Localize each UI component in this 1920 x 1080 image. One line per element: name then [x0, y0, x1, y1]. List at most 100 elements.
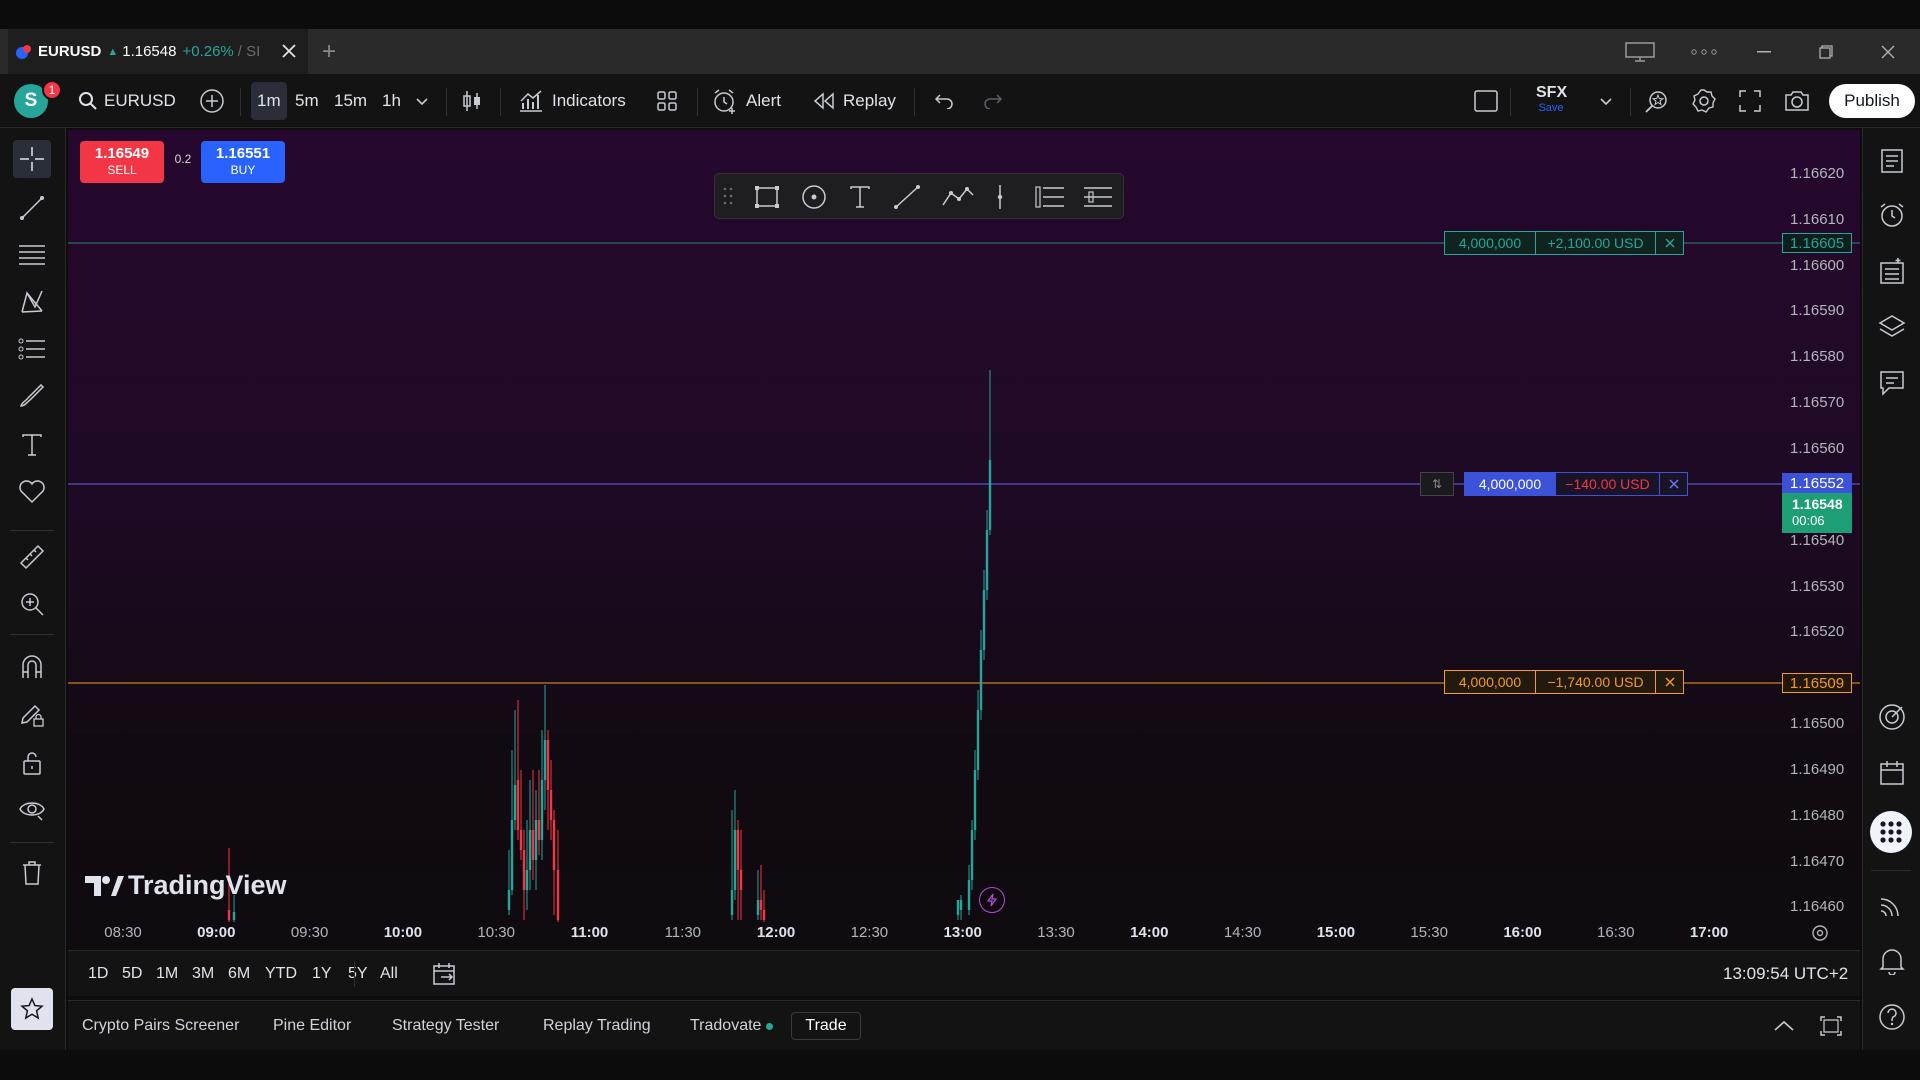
tab-trade[interactable]: Trade: [791, 1012, 861, 1040]
tab-crypto-pairs-screener[interactable]: Crypto Pairs Screener: [82, 1001, 239, 1051]
goto-date-button[interactable]: [432, 951, 458, 997]
fullscreen-button[interactable]: [1739, 74, 1761, 128]
settings-button[interactable]: [1691, 74, 1717, 128]
layers-button[interactable]: [1873, 308, 1911, 346]
chats-button[interactable]: [1873, 364, 1911, 402]
fib-tool[interactable]: [13, 236, 51, 274]
reverse-button[interactable]: ⇅: [1420, 472, 1454, 496]
range-1y[interactable]: 1Y: [312, 951, 332, 997]
streams-button[interactable]: [1873, 886, 1911, 924]
range-all[interactable]: All: [380, 951, 398, 997]
text-tool[interactable]: [13, 426, 51, 464]
entry-order[interactable]: ⇅ 4,000,000 −140.00 USD: [1420, 472, 1688, 496]
alert-button[interactable]: Alert: [712, 74, 781, 128]
layout-dropdown[interactable]: [1599, 74, 1613, 128]
indicators-button[interactable]: Indicators: [518, 74, 626, 128]
axis-settings-icon[interactable]: [1810, 923, 1830, 943]
range-1d[interactable]: 1D: [88, 951, 108, 997]
layouts-button[interactable]: [656, 74, 678, 128]
zoom-tool[interactable]: [13, 585, 51, 623]
timeframe-5m[interactable]: 5m: [295, 74, 319, 128]
ideas-button[interactable]: [1873, 698, 1911, 736]
browser-tab[interactable]: EURUSD ▲ 1.16548 +0.26% / SI: [8, 29, 308, 74]
timeframe-1m[interactable]: 1m: [251, 82, 287, 120]
chart-layout-button[interactable]: [1474, 74, 1498, 128]
help-button[interactable]: [1873, 998, 1911, 1036]
minimize-icon[interactable]: [1744, 29, 1784, 74]
drag-handle-icon[interactable]: [723, 187, 733, 205]
magnet-tool[interactable]: [13, 648, 51, 686]
pattern-tool[interactable]: [13, 283, 51, 321]
long-position-icon[interactable]: [1035, 186, 1065, 208]
restore-icon[interactable]: [1806, 29, 1846, 74]
tab-strategy-tester[interactable]: Strategy Tester: [392, 1001, 499, 1051]
tab-label: Strategy Tester: [392, 1017, 500, 1034]
timeframe-dropdown[interactable]: [415, 74, 429, 128]
layout-save-button[interactable]: SFX Save: [1536, 84, 1567, 114]
range-5y[interactable]: 5Y: [348, 951, 368, 997]
undo-button[interactable]: [934, 74, 954, 128]
rectangle-icon[interactable]: [753, 184, 781, 210]
line-tool-icon[interactable]: [893, 184, 921, 210]
remove-drawings-tool[interactable]: [13, 854, 51, 892]
brush-tool[interactable]: [13, 378, 51, 416]
range-5d[interactable]: 5D: [122, 951, 142, 997]
short-position-icon[interactable]: [1083, 186, 1113, 208]
favorites-button[interactable]: [11, 988, 53, 1030]
replay-button[interactable]: Replay: [813, 74, 896, 128]
close-order-icon[interactable]: [1656, 670, 1684, 694]
watchlist-button[interactable]: [1873, 142, 1911, 180]
chart-type-button[interactable]: [460, 74, 484, 128]
close-order-icon[interactable]: [1656, 231, 1684, 255]
calendar-button[interactable]: [1873, 754, 1911, 792]
snapshot-button[interactable]: [1784, 74, 1810, 128]
object-tree-button[interactable]: [1873, 252, 1911, 290]
trend-line-tool[interactable]: [13, 189, 51, 227]
take-profit-order[interactable]: 4,000,000 +2,100.00 USD: [1444, 231, 1684, 255]
quick-search-button[interactable]: [1644, 74, 1670, 128]
alerts-button[interactable]: [1873, 196, 1911, 234]
notifications-button[interactable]: [1873, 942, 1911, 980]
price-axis-label: 1.16480: [1790, 807, 1845, 824]
tab-tradovate[interactable]: Tradovate: [690, 1001, 774, 1051]
range-1m[interactable]: 1M: [156, 951, 178, 997]
event-marker[interactable]: [979, 887, 1005, 913]
new-tab-button[interactable]: +: [314, 29, 344, 74]
buy-button[interactable]: 1.16551 BUY: [201, 141, 285, 183]
desktop-icon[interactable]: [1620, 29, 1660, 74]
range-ytd[interactable]: YTD: [265, 951, 297, 997]
forecast-tool[interactable]: [13, 330, 51, 368]
clock[interactable]: 13:09:54 UTC+2: [1723, 951, 1848, 997]
apps-button[interactable]: [1870, 811, 1912, 853]
crosshair-tool[interactable]: [13, 140, 51, 178]
tab-replay-trading[interactable]: Replay Trading: [543, 1001, 651, 1051]
compare-symbol-button[interactable]: [199, 74, 225, 128]
close-window-icon[interactable]: [1868, 29, 1908, 74]
redo-button[interactable]: [983, 74, 1003, 128]
close-tab-icon[interactable]: [280, 42, 298, 60]
symbol-search[interactable]: EURUSD: [78, 74, 176, 128]
range-3m[interactable]: 3M: [192, 951, 214, 997]
candle-body: [549, 790, 553, 820]
publish-button[interactable]: Publish: [1829, 84, 1915, 118]
stop-loss-order[interactable]: 4,000,000 −1,740.00 USD: [1444, 670, 1684, 694]
sell-button[interactable]: 1.16549 SELL: [80, 141, 164, 183]
drawing-mode-tool[interactable]: [13, 696, 51, 734]
vertical-line-icon[interactable]: [995, 184, 1005, 210]
more-icon[interactable]: [1684, 29, 1724, 74]
timeframe-15m[interactable]: 15m: [334, 74, 367, 128]
tab-pine-editor[interactable]: Pine Editor: [273, 1001, 351, 1051]
ellipse-icon[interactable]: [800, 184, 828, 210]
lock-drawings-tool[interactable]: [13, 744, 51, 782]
hide-drawings-tool[interactable]: [13, 791, 51, 829]
maximize-panel-button[interactable]: [1820, 1001, 1842, 1051]
text-tool-icon[interactable]: [849, 185, 871, 209]
collapse-panel-button[interactable]: [1773, 1001, 1795, 1051]
range-6m[interactable]: 6M: [228, 951, 250, 997]
measure-tool[interactable]: [13, 538, 51, 576]
icons-tool[interactable]: [13, 473, 51, 511]
timeframe-1h[interactable]: 1h: [382, 74, 401, 128]
close-order-icon[interactable]: [1660, 472, 1688, 496]
user-avatar[interactable]: S: [14, 74, 48, 128]
path-tool-icon[interactable]: [941, 185, 975, 209]
